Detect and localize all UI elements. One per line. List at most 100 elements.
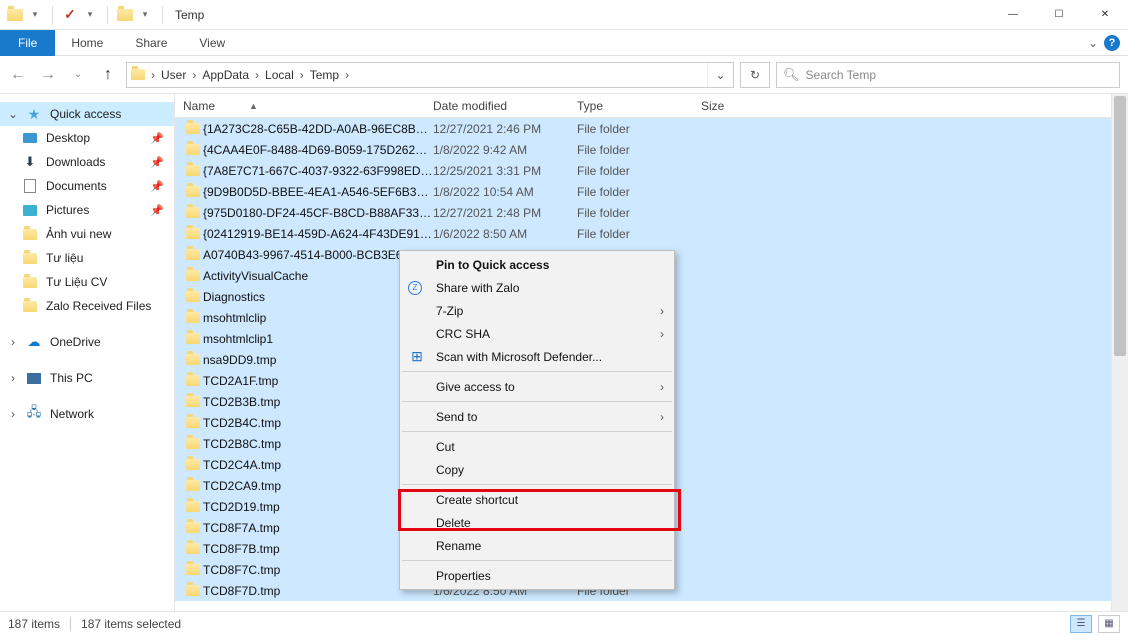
table-row[interactable]: {9D9B0D5D-BBEE-4EA1-A546-5EF6B3FDE...1/8… xyxy=(175,181,1111,202)
folder-icon xyxy=(183,249,203,260)
document-icon xyxy=(22,178,38,194)
ctx-rename[interactable]: Rename xyxy=(400,534,674,557)
tab-share[interactable]: Share xyxy=(119,30,183,56)
breadcrumb[interactable]: User xyxy=(159,68,188,82)
ctx-delete[interactable]: Delete xyxy=(400,511,674,534)
folder-icon xyxy=(183,270,203,281)
sidebar-item-folder[interactable]: Tư Liệu CV xyxy=(0,270,174,294)
sidebar-item-this-pc[interactable]: › This PC xyxy=(0,366,174,390)
file-tab[interactable]: File xyxy=(0,30,55,56)
refresh-button[interactable]: ↻ xyxy=(740,62,770,88)
file-name: {9D9B0D5D-BBEE-4EA1-A546-5EF6B3FDE... xyxy=(203,185,433,199)
sidebar-item-pictures[interactable]: Pictures 📌 xyxy=(0,198,174,222)
sidebar-item-folder[interactable]: Zalo Received Files xyxy=(0,294,174,318)
navigation-pane: ⌄ ★ Quick access Desktop 📌 ⬇ Downloads 📌… xyxy=(0,94,175,611)
chevron-right-icon[interactable]: › xyxy=(188,68,200,82)
close-button[interactable]: ✕ xyxy=(1082,0,1128,30)
expand-icon[interactable]: › xyxy=(8,371,18,385)
expand-icon[interactable]: › xyxy=(8,407,18,421)
ctx-create-shortcut[interactable]: Create shortcut xyxy=(400,488,674,511)
address-dropdown-icon[interactable]: ⌄ xyxy=(707,63,733,87)
file-date: 12/27/2021 2:48 PM xyxy=(433,206,577,220)
file-date: 1/6/2022 8:50 AM xyxy=(433,227,577,241)
table-row[interactable]: {4CAA4E0F-8488-4D69-B059-175D262C4E...1/… xyxy=(175,139,1111,160)
zalo-icon: Z xyxy=(408,281,422,295)
chevron-right-icon[interactable]: › xyxy=(296,68,308,82)
column-date[interactable]: Date modified xyxy=(433,99,577,113)
folder-icon xyxy=(22,226,38,242)
pin-icon: 📌 xyxy=(150,156,164,169)
sidebar-item-folder[interactable]: Tư liệu xyxy=(0,246,174,270)
search-input[interactable]: 🔍︎ Search Temp xyxy=(776,62,1120,88)
folder-icon xyxy=(183,228,203,239)
file-date: 1/8/2022 10:54 AM xyxy=(433,185,577,199)
thumbnails-view-button[interactable]: ▦ xyxy=(1098,615,1120,633)
tab-view[interactable]: View xyxy=(183,30,241,56)
chevron-right-icon[interactable]: › xyxy=(147,68,159,82)
chevron-right-icon[interactable]: › xyxy=(341,68,353,82)
ctx-scan-defender[interactable]: ⊞ Scan with Microsoft Defender... xyxy=(400,345,674,368)
breadcrumb[interactable]: Temp xyxy=(308,68,341,82)
sidebar-item-folder[interactable]: Ảnh vui new xyxy=(0,222,174,246)
file-date: 1/8/2022 9:42 AM xyxy=(433,143,577,157)
sidebar-item-network[interactable]: › 🖧 Network xyxy=(0,402,174,426)
help-icon[interactable]: ? xyxy=(1104,35,1120,51)
vertical-scrollbar[interactable] xyxy=(1111,94,1128,611)
tab-home[interactable]: Home xyxy=(55,30,119,56)
qat-dropdown-icon[interactable]: ▾ xyxy=(26,4,44,26)
qat-dropdown3-icon[interactable]: ▾ xyxy=(136,4,154,26)
recent-locations-icon[interactable]: ⌄ xyxy=(66,61,90,89)
sidebar-item-downloads[interactable]: ⬇ Downloads 📌 xyxy=(0,150,174,174)
details-view-button[interactable]: ☰ xyxy=(1070,615,1092,633)
ctx-pin-to-quick-access[interactable]: Pin to Quick access xyxy=(400,253,674,276)
ctx-crc-sha[interactable]: CRC SHA› xyxy=(400,322,674,345)
up-button[interactable]: ↑ xyxy=(96,61,120,89)
column-type[interactable]: Type xyxy=(577,99,701,113)
forward-button[interactable]: → xyxy=(36,61,60,89)
ctx-7zip[interactable]: 7-Zip› xyxy=(400,299,674,322)
sidebar-item-documents[interactable]: Documents 📌 xyxy=(0,174,174,198)
table-row[interactable]: {7A8E7C71-667C-4037-9322-63F998ED1A...12… xyxy=(175,160,1111,181)
ribbon-collapse-icon[interactable]: ⌄ xyxy=(1088,36,1098,50)
qat-properties-icon[interactable]: ✓ xyxy=(61,4,79,26)
context-menu: Pin to Quick access Z Share with Zalo 7-… xyxy=(399,250,675,590)
folder-icon xyxy=(183,396,203,407)
folder-icon xyxy=(22,250,38,266)
submenu-arrow-icon: › xyxy=(660,410,664,424)
search-icon: 🔍︎ xyxy=(783,67,800,83)
ctx-copy[interactable]: Copy xyxy=(400,458,674,481)
table-row[interactable]: {02412919-BE14-459D-A624-4F43DE916D...1/… xyxy=(175,223,1111,244)
sidebar-item-quick-access[interactable]: ⌄ ★ Quick access xyxy=(0,102,174,126)
column-name[interactable]: Name▲ xyxy=(183,99,433,113)
sidebar-item-onedrive[interactable]: › ☁ OneDrive xyxy=(0,330,174,354)
ctx-properties[interactable]: Properties xyxy=(400,564,674,587)
folder-icon xyxy=(183,354,203,365)
ctx-send-to[interactable]: Send to› xyxy=(400,405,674,428)
qat-dropdown2-icon[interactable]: ▾ xyxy=(81,4,99,26)
column-size[interactable]: Size xyxy=(701,99,761,113)
sidebar-item-desktop[interactable]: Desktop 📌 xyxy=(0,126,174,150)
table-row[interactable]: {975D0180-DF24-45CF-B8CD-B88AF336C...12/… xyxy=(175,202,1111,223)
chevron-right-icon[interactable]: › xyxy=(251,68,263,82)
folder-icon xyxy=(183,207,203,218)
file-name: {975D0180-DF24-45CF-B8CD-B88AF336C... xyxy=(203,206,433,220)
ctx-share-with-zalo[interactable]: Z Share with Zalo xyxy=(400,276,674,299)
file-type: File folder xyxy=(577,164,701,178)
file-type: File folder xyxy=(577,143,701,157)
ctx-give-access-to[interactable]: Give access to› xyxy=(400,375,674,398)
folder-icon xyxy=(183,312,203,323)
maximize-button[interactable]: ☐ xyxy=(1036,0,1082,30)
expand-icon[interactable]: › xyxy=(8,335,18,349)
ctx-cut[interactable]: Cut xyxy=(400,435,674,458)
breadcrumb[interactable]: Local xyxy=(263,68,296,82)
expand-icon[interactable]: ⌄ xyxy=(8,107,18,121)
minimize-button[interactable]: — xyxy=(990,0,1036,30)
folder-icon xyxy=(22,274,38,290)
address-bar[interactable]: › User › AppData › Local › Temp › ⌄ xyxy=(126,62,734,88)
sidebar-item-label: Zalo Received Files xyxy=(46,299,151,313)
table-row[interactable]: {1A273C28-C65B-42DD-A0AB-96EC8B6C...12/2… xyxy=(175,118,1111,139)
breadcrumb[interactable]: AppData xyxy=(200,68,251,82)
sidebar-item-label: Tư liệu xyxy=(46,251,83,265)
scrollbar-thumb[interactable] xyxy=(1114,96,1126,356)
back-button[interactable]: ← xyxy=(6,61,30,89)
